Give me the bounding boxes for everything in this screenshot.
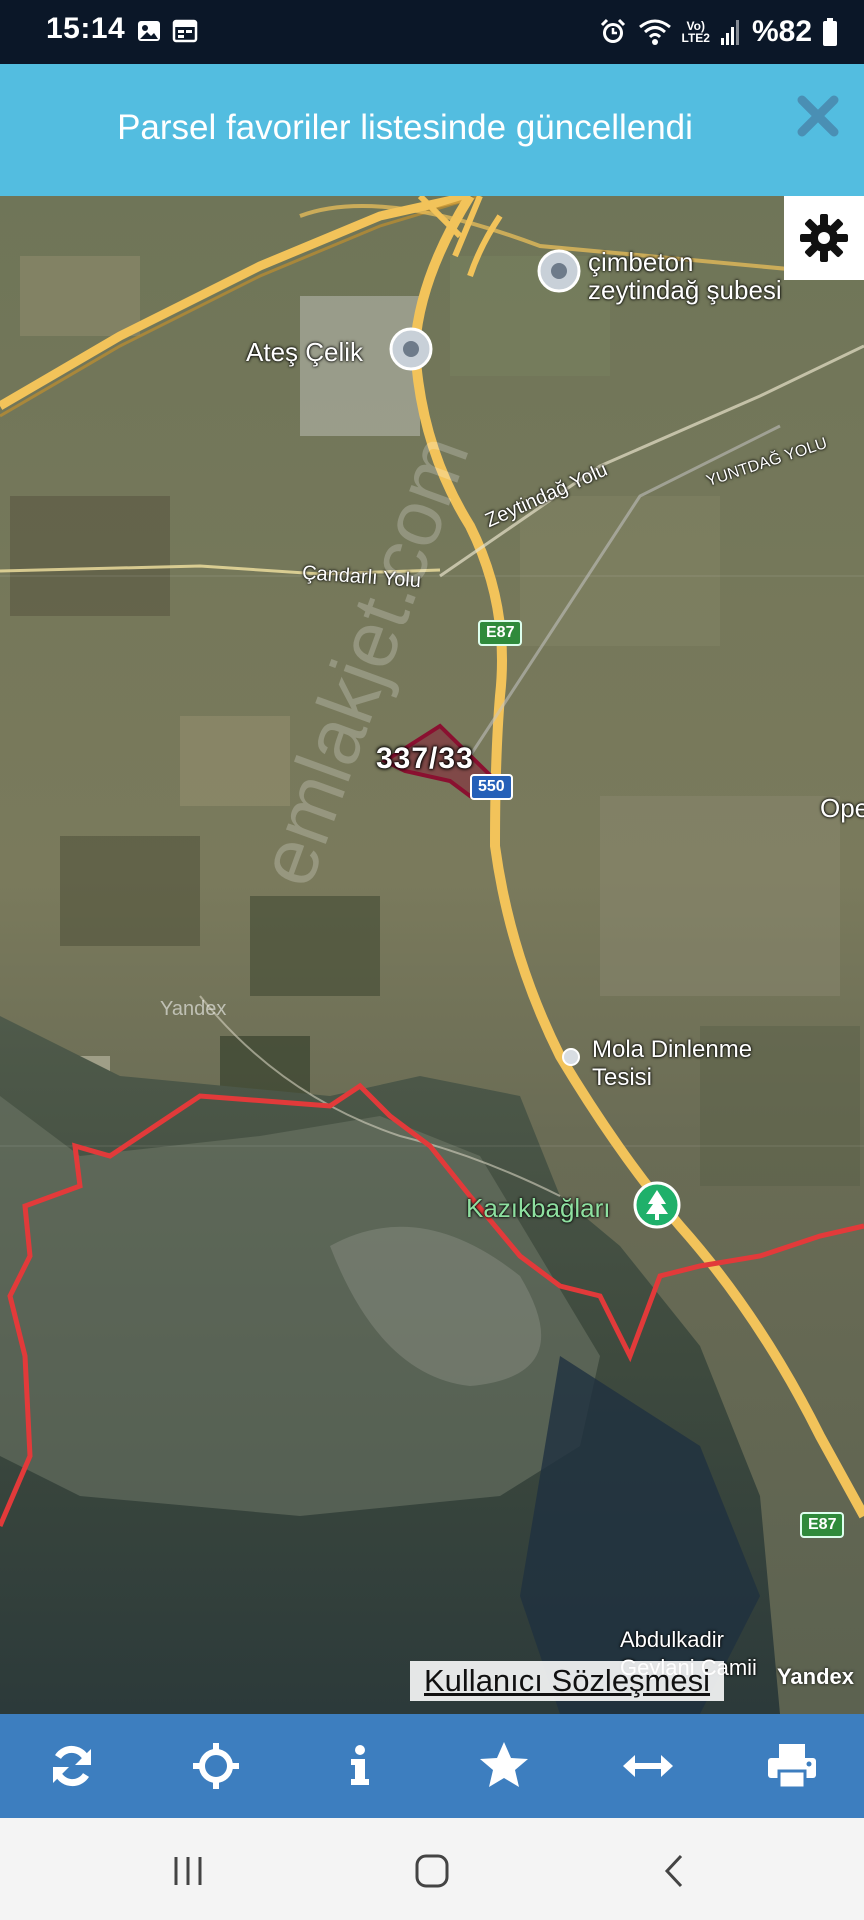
gallery-icon (138, 21, 160, 41)
poi-label-cimbeton-line2: zeytindağ şubesi (588, 275, 782, 305)
refresh-button[interactable] (27, 1721, 117, 1811)
print-button[interactable] (747, 1721, 837, 1811)
yandex-tile-label: Yandex (160, 998, 227, 1020)
map-toolbar (0, 1714, 864, 1818)
recent-apps-button[interactable] (158, 1846, 218, 1896)
crosshair-icon (193, 1743, 239, 1789)
parcel-label[interactable]: 337/33 (376, 742, 474, 776)
poi-label-cimbeton-line1: çimbeton (588, 247, 694, 277)
recent-apps-icon (174, 1857, 202, 1885)
refresh-icon (53, 1745, 91, 1787)
info-icon (351, 1745, 369, 1785)
status-right-group: Vo) LTE2 %82 (598, 12, 839, 52)
calendar-icon (172, 19, 198, 43)
lte-label: LTE2 (681, 31, 710, 45)
poi-label-ates-celik: Ateş Çelik (246, 337, 364, 367)
measure-button[interactable] (603, 1721, 693, 1811)
yandex-attribution: Yandex (776, 1664, 854, 1689)
gear-icon (800, 214, 848, 262)
banner-message: Parsel favoriler listesinde güncellendi (117, 108, 693, 147)
road-shield-e87-bottom: E87 (800, 1512, 845, 1538)
star-icon (480, 1742, 528, 1787)
poi-label-cimbeton: çimbeton zeytindağ şubesi (588, 248, 782, 304)
road-shield-e87-top: E87 (478, 620, 523, 646)
wifi-icon (638, 19, 671, 45)
home-icon (415, 1854, 449, 1888)
info-button[interactable] (315, 1721, 405, 1811)
poi-label-kazikbaglari: Kazıkbağları (466, 1193, 611, 1223)
status-bar: 15:14 Vo) LTE2 %82 (0, 0, 864, 64)
settings-button[interactable] (784, 196, 864, 280)
poi-dot-mola[interactable] (560, 1046, 582, 1068)
poi-label-mola: Mola Dinlenme Tesisi (592, 1036, 752, 1092)
user-agreement-link[interactable]: Kullanıcı Sözleşmesi (410, 1661, 725, 1701)
network-type: Vo) LTE2 (682, 20, 710, 44)
signal-icon (720, 20, 739, 45)
satellite-imagery (0, 196, 864, 1714)
locate-button[interactable] (171, 1721, 261, 1811)
alarm-icon (600, 18, 625, 43)
horizontal-arrows-icon (623, 1755, 673, 1777)
poi-pin-ates-celik[interactable] (388, 326, 434, 372)
battery-percent: %82 (751, 15, 812, 48)
back-icon (664, 1854, 683, 1888)
close-icon[interactable] (794, 92, 842, 140)
favorite-button[interactable] (459, 1721, 549, 1811)
poi-label-abdulkadir-line1: Abdulkadir (620, 1627, 724, 1652)
tree-poi-icon[interactable] (632, 1180, 682, 1230)
poi-label-mola-line1: Mola Dinlenme (592, 1036, 753, 1063)
printer-icon (768, 1744, 816, 1790)
poi-label-mola-line2: Tesisi (592, 1064, 653, 1091)
poi-label-ope: Ope (820, 793, 864, 823)
home-button[interactable] (402, 1846, 462, 1896)
road-shield-d550: 550 (470, 774, 513, 800)
poi-pin-cimbeton[interactable] (536, 248, 582, 294)
system-nav-bar (0, 1818, 864, 1920)
clock: 15:14 (46, 12, 126, 45)
battery-icon (823, 18, 837, 46)
map-view[interactable]: çimbeton zeytindağ şubesi Ateş Çelik Zey… (0, 196, 864, 1714)
back-button[interactable] (644, 1846, 704, 1896)
notification-banner: Parsel favoriler listesinde güncellendi (0, 64, 864, 196)
